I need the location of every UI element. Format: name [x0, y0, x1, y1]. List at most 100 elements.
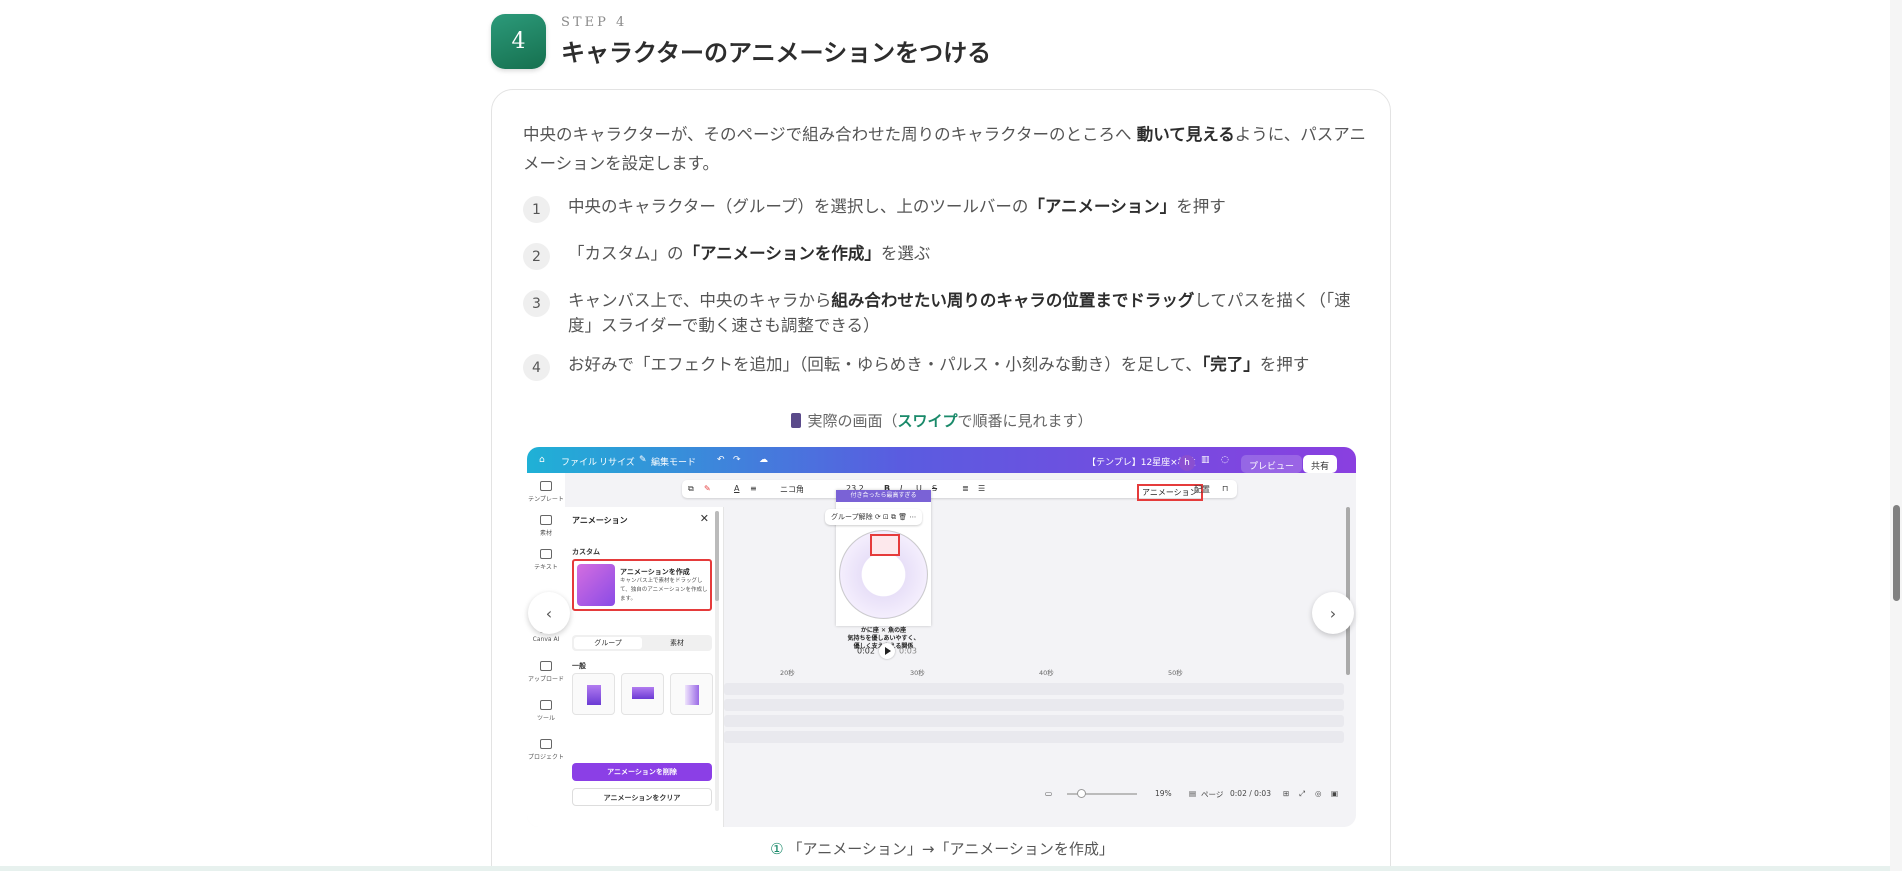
- page-scrollbar[interactable]: [1890, 0, 1902, 871]
- group-floating-toolbar: グループ解除 ⟳ ⊡ ⧉ 🗑 ⋯: [825, 509, 923, 525]
- page-icon: ▤: [1189, 789, 1197, 798]
- avatar: h: [1179, 455, 1195, 471]
- page: 4 STEP 4 キャラクターのアニメーションをつける 中央のキャラクターが、そ…: [0, 0, 1890, 871]
- step-text-bold: 「アニメーションを作成」: [683, 244, 881, 263]
- check-icon: ◎: [1315, 789, 1322, 798]
- sidenav-label: 素材: [539, 530, 552, 537]
- bottom-strip: [0, 866, 1890, 871]
- crop-icon: ⧉: [688, 484, 694, 493]
- timeline: 20秒 30秒 40秒 50秒: [724, 667, 1344, 777]
- close-icon: ✕: [699, 512, 709, 525]
- timeline-track: [724, 699, 1344, 711]
- timeline-tick: 40秒: [1039, 669, 1054, 677]
- comment-icon: ◌: [1221, 455, 1229, 465]
- sidenav-label: プロジェクト: [527, 754, 564, 761]
- smartphone-icon: [791, 413, 802, 428]
- step-text-bold: 組み合わせたい周りのキャラの位置までドラッグ: [831, 291, 1195, 310]
- sidenav-item: テンプレート: [527, 481, 565, 503]
- timeline-track: [724, 731, 1344, 743]
- sidenav-label: Canva AI: [532, 636, 560, 643]
- step-text-post: を選ぶ: [880, 244, 931, 263]
- step-text-bold: 「完了」: [1201, 355, 1260, 374]
- sidenav-item: 素材: [527, 515, 565, 537]
- step-title: キャラクターのアニメーションをつける: [561, 38, 992, 67]
- current-time: 0:02: [857, 646, 875, 656]
- fullscreen-icon: ⤢: [1299, 789, 1305, 798]
- step-item-text: キャンバス上で、中央のキャラから組み合わせたい周りのキャラの位置までドラッグして…: [568, 288, 1358, 338]
- step-item-number: 3: [523, 290, 550, 317]
- sidenav-label: ツール: [536, 715, 555, 722]
- intro-emphasis: 動いて見える: [1136, 125, 1235, 144]
- general-section-label: 一般: [572, 662, 586, 670]
- step-item-text: 中央のキャラクター（グループ）を選択し、上のツールバーの「アニメーション」を押す: [568, 194, 1358, 219]
- notes-icon: ▭: [1045, 789, 1053, 798]
- cloud-icon: ☁: [759, 455, 768, 465]
- list-item: 4 お好みで「エフェクトを追加」（回転・ゆらめき・パルス・小刻みな動き）を足して…: [523, 352, 1358, 381]
- canvas-line: 気持ちを優しあいやすく、: [847, 635, 920, 642]
- zoom-level: 19%: [1155, 789, 1172, 798]
- sidenav-item: テキスト: [527, 549, 565, 571]
- sidenav-item: ツール: [527, 700, 565, 722]
- sidenav-item: アップロード: [527, 661, 565, 683]
- step-text-pre: 中央のキャラクター（グループ）を選択し、上のツールバーの: [568, 197, 1029, 216]
- animation-thumbnail: [577, 564, 615, 606]
- create-animation-option: アニメーションを作成 キャンバス上で素材をドラッグして、独自のアニメーションを作…: [572, 559, 712, 611]
- timeline-tick: 30秒: [910, 669, 925, 677]
- step-text-bold: 「アニメーション」: [1028, 197, 1177, 216]
- step-text-post: を押す: [1259, 355, 1310, 374]
- redo-icon: ↷: [733, 455, 741, 465]
- menu-edit-mode: 編集モード: [651, 458, 697, 468]
- paint-roller-icon: ⊓: [1222, 484, 1229, 493]
- carousel-next-button[interactable]: ›: [1312, 592, 1354, 634]
- status-bar: ▭ 19% ▤ ページ 0:02 / 0:03 ⊞ ⤢ ◎ ▣: [527, 785, 1356, 803]
- sidenav-item: プロジェクト: [527, 739, 565, 761]
- menu-resize: リサイズ: [599, 458, 635, 468]
- home-icon: ⌂: [539, 455, 545, 465]
- panel-title: アニメーション: [572, 516, 628, 525]
- share-button: 共有: [1303, 455, 1338, 473]
- slide-number: ①: [770, 840, 784, 858]
- custom-section-label: カスタム: [572, 548, 600, 556]
- create-animation-desc: キャンバス上で素材をドラッグして、独自のアニメーションを作成します。: [620, 578, 708, 602]
- editor-sidenav: テンプレート 素材 テキスト Canva AI アップロード ツール プロジェク…: [527, 473, 565, 827]
- editor-topbar: ⌂ ファイル リサイズ ✎ 編集モード ↶ ↷ ☁ 【テンプレ】12星座×相性 …: [527, 447, 1356, 473]
- position-toolbar-button: 配置: [1194, 485, 1210, 494]
- step-text-pre: 「カスタム」の: [568, 244, 684, 263]
- caption-post: で順番に見れます）: [957, 412, 1093, 430]
- editor-toolbar: ⧉ ✎ A ≡ ニコ角 23.2 B I U S ≣ ☰ アニメーション 配置 …: [682, 480, 1237, 501]
- panel-scrollbar: [715, 511, 719, 811]
- pencil-icon: ✎: [639, 455, 647, 465]
- status-time: 0:02 / 0:03: [1230, 789, 1271, 798]
- slide-caption-text: 「アニメーション」→「アニメーションを作成」: [787, 840, 1114, 858]
- caption-pre: 実際の画面（: [807, 412, 898, 430]
- page-scrollbar-thumb[interactable]: [1893, 505, 1900, 601]
- step-label: STEP 4: [561, 15, 628, 30]
- zoom-slider-knob: [1077, 789, 1086, 798]
- seg-group: グループ: [574, 637, 642, 649]
- list-item: 3 キャンバス上で、中央のキャラから組み合わせたい周りのキャラの位置までドラッグ…: [523, 288, 1358, 338]
- timeline-track: [724, 683, 1344, 695]
- canvas-scrollbar: [1346, 507, 1350, 675]
- list-icon: ☰: [978, 484, 986, 493]
- strikethrough-icon: S: [932, 484, 938, 493]
- carousel-screenshot[interactable]: ⌂ ファイル リサイズ ✎ 編集モード ↶ ↷ ☁ 【テンプレ】12星座×相性 …: [527, 447, 1356, 827]
- canvas-line: かに座 ✕ 魚の座: [860, 627, 907, 634]
- step-text-post: を押す: [1176, 197, 1226, 216]
- sidenav-label: テンプレート: [528, 496, 564, 503]
- step-item-number: 4: [523, 354, 550, 381]
- carousel-caption: 実際の画面（スワイプで順番に見れます）: [492, 410, 1392, 431]
- animation-preset-tile: [621, 673, 664, 715]
- list-item: 1 中央のキャラクター（グループ）を選択し、上のツールバーの「アニメーション」を…: [523, 194, 1358, 223]
- step-item-number: 1: [523, 196, 550, 223]
- carousel-prev-button[interactable]: ‹: [528, 592, 570, 634]
- sidenav-label: テキスト: [534, 564, 558, 571]
- step-text-pre: キャンバス上で、中央のキャラから: [568, 291, 832, 310]
- text-icon: [540, 549, 552, 559]
- animation-toolbar-button: アニメーション: [1137, 484, 1203, 501]
- timeline-tick: 20秒: [780, 669, 795, 677]
- target-segmented-control: グループ 素材: [572, 635, 712, 651]
- list-item: 2 「カスタム」の「アニメーションを作成」を選ぶ: [523, 241, 1358, 270]
- color-picker-icon: ✎: [704, 484, 711, 493]
- step-number-badge: 4: [491, 14, 546, 69]
- animation-preset-tile: [670, 673, 713, 715]
